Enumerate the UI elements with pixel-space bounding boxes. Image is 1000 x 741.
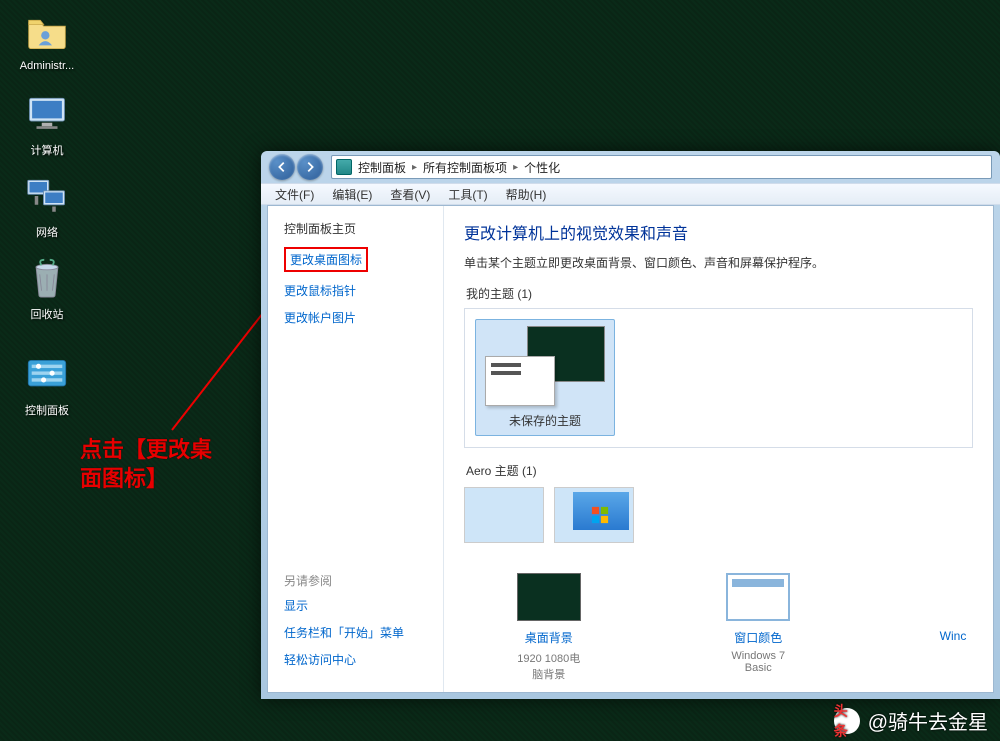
sidebar-link-change-desktop-icons[interactable]: 更改桌面图标 (284, 247, 368, 272)
sidebar-link-change-account-pic[interactable]: 更改帐户图片 (284, 309, 427, 326)
nav-forward-button[interactable] (297, 154, 323, 180)
aero-themes-label: Aero 主题 (1) (466, 462, 973, 479)
desktop-icon-user-folder[interactable]: Administr... (12, 8, 82, 72)
control-panel-window: 控制面板 ▸ 所有控制面板项 ▸ 个性化 文件(F) 编辑(E) 查看(V) 工… (261, 151, 1000, 699)
bottom-settings-row: 桌面背景 1920 1080电脑背景 窗口颜色 Windows 7 Basic … (464, 573, 973, 682)
menu-file[interactable]: 文件(F) (267, 184, 322, 205)
monitor-icon (23, 90, 71, 138)
page-subtext: 单击某个主题立即更改桌面背景、窗口颜色、声音和屏幕保护程序。 (464, 254, 973, 271)
desktop-icon-recycle-bin[interactable]: 回收站 (12, 254, 82, 322)
sidebar: 控制面板主页 更改桌面图标 更改鼠标指针 更改帐户图片 另请参阅 显示 任务栏和… (268, 206, 443, 692)
control-panel-icon (23, 350, 71, 398)
menu-tools[interactable]: 工具(T) (440, 184, 495, 205)
sidebar-seealso-title: 另请参阅 (284, 572, 427, 589)
menu-view[interactable]: 查看(V) (382, 184, 438, 205)
recycle-bin-icon (23, 254, 71, 302)
aero-theme-thumb[interactable] (464, 487, 544, 543)
desktop-icon-control-panel[interactable]: 控制面板 (12, 350, 82, 418)
cut-icon (933, 573, 993, 621)
chevron-right-icon: ▸ (412, 162, 417, 173)
menu-help[interactable]: 帮助(H) (498, 184, 555, 205)
desktop-icon-label: Administr... (12, 60, 82, 72)
main-content: 更改计算机上的视觉效果和声音 单击某个主题立即更改桌面背景、窗口颜色、声音和屏幕… (443, 206, 993, 692)
menu-bar: 文件(F) 编辑(E) 查看(V) 工具(T) 帮助(H) (261, 183, 1000, 205)
desktop-icon-label: 计算机 (12, 142, 82, 158)
folder-icon (23, 8, 71, 56)
wallpaper-icon (517, 573, 581, 621)
window-color-icon (726, 573, 790, 621)
aero-themes-panel[interactable] (464, 487, 973, 543)
sidebar-link-ease[interactable]: 轻松访问中心 (284, 651, 427, 668)
watermark-author: @骑牛去金星 (868, 706, 988, 735)
sidebar-home[interactable]: 控制面板主页 (284, 220, 427, 237)
sidebar-link-change-pointer[interactable]: 更改鼠标指针 (284, 282, 427, 299)
watermark: 头条 @骑牛去金星 (834, 706, 988, 735)
cut-item[interactable]: Winc (933, 573, 973, 682)
watermark-icon: 头条 (834, 708, 860, 734)
desktop-background-item[interactable]: 桌面背景 1920 1080电脑背景 (514, 573, 584, 682)
annotation-callout: 点击【更改桌 面图标】 (80, 436, 212, 493)
sidebar-link-taskbar[interactable]: 任务栏和「开始」菜单 (284, 624, 427, 641)
desktop-icon-label: 控制面板 (12, 402, 82, 418)
desktop-icon-network[interactable]: 网络 (12, 172, 82, 240)
breadcrumb[interactable]: 控制面板 ▸ 所有控制面板项 ▸ 个性化 (331, 155, 992, 179)
menu-edit[interactable]: 编辑(E) (324, 184, 380, 205)
windows-logo-icon (591, 506, 609, 524)
theme-item-unsaved[interactable]: 未保存的主题 (475, 319, 615, 436)
desktop-icon-computer[interactable]: 计算机 (12, 90, 82, 158)
nav-back-button[interactable] (269, 154, 295, 180)
address-bar: 控制面板 ▸ 所有控制面板项 ▸ 个性化 (261, 151, 1000, 183)
my-themes-panel[interactable]: 未保存的主题 (464, 308, 973, 448)
window-color-item[interactable]: 窗口颜色 Windows 7 Basic (724, 573, 794, 682)
sidebar-link-display[interactable]: 显示 (284, 597, 427, 614)
desktop-icon-label: 网络 (12, 224, 82, 240)
my-themes-label: 我的主题 (1) (466, 285, 973, 302)
aero-theme-thumb[interactable] (554, 487, 634, 543)
theme-thumbnail (485, 326, 605, 406)
page-heading: 更改计算机上的视觉效果和声音 (464, 220, 973, 244)
desktop-icon-label: 回收站 (12, 306, 82, 322)
network-icon (23, 172, 71, 220)
chevron-right-icon: ▸ (513, 162, 518, 173)
personalization-icon (336, 159, 352, 175)
